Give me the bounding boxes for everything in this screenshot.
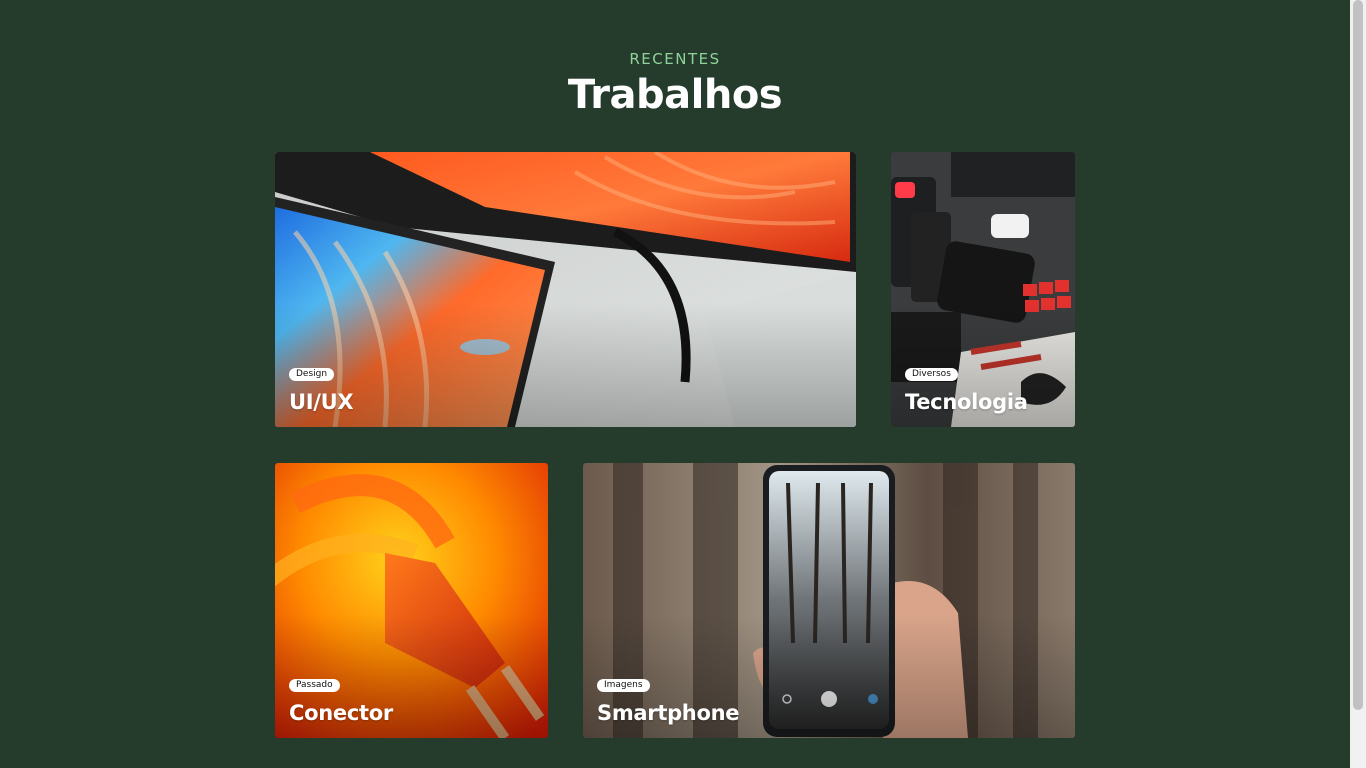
card-tag: Diversos [905,368,958,381]
card-title: Conector [289,701,393,725]
card-title: Smartphone [597,701,740,725]
card-tag: Design [289,368,335,381]
card-title: UI/UX [289,390,354,414]
card-tag: Imagens [597,679,650,692]
scrollbar-thumb[interactable] [1353,0,1363,710]
work-card-tecnologia[interactable]: Diversos Tecnologia [891,152,1075,427]
works-section: RECENTES Trabalhos Design UI/UX Diversos… [0,0,1350,768]
work-card-conector[interactable]: Passado Conector [275,463,548,738]
page-scrollbar[interactable] [1350,0,1366,768]
card-tag: Passado [289,679,340,692]
work-card-uiux[interactable]: Design UI/UX [275,152,856,427]
section-title: Trabalhos [567,72,783,118]
section-eyebrow: RECENTES [629,50,721,68]
card-title: Tecnologia [905,390,1028,414]
work-card-smartphone[interactable]: Imagens Smartphone [583,463,1075,738]
